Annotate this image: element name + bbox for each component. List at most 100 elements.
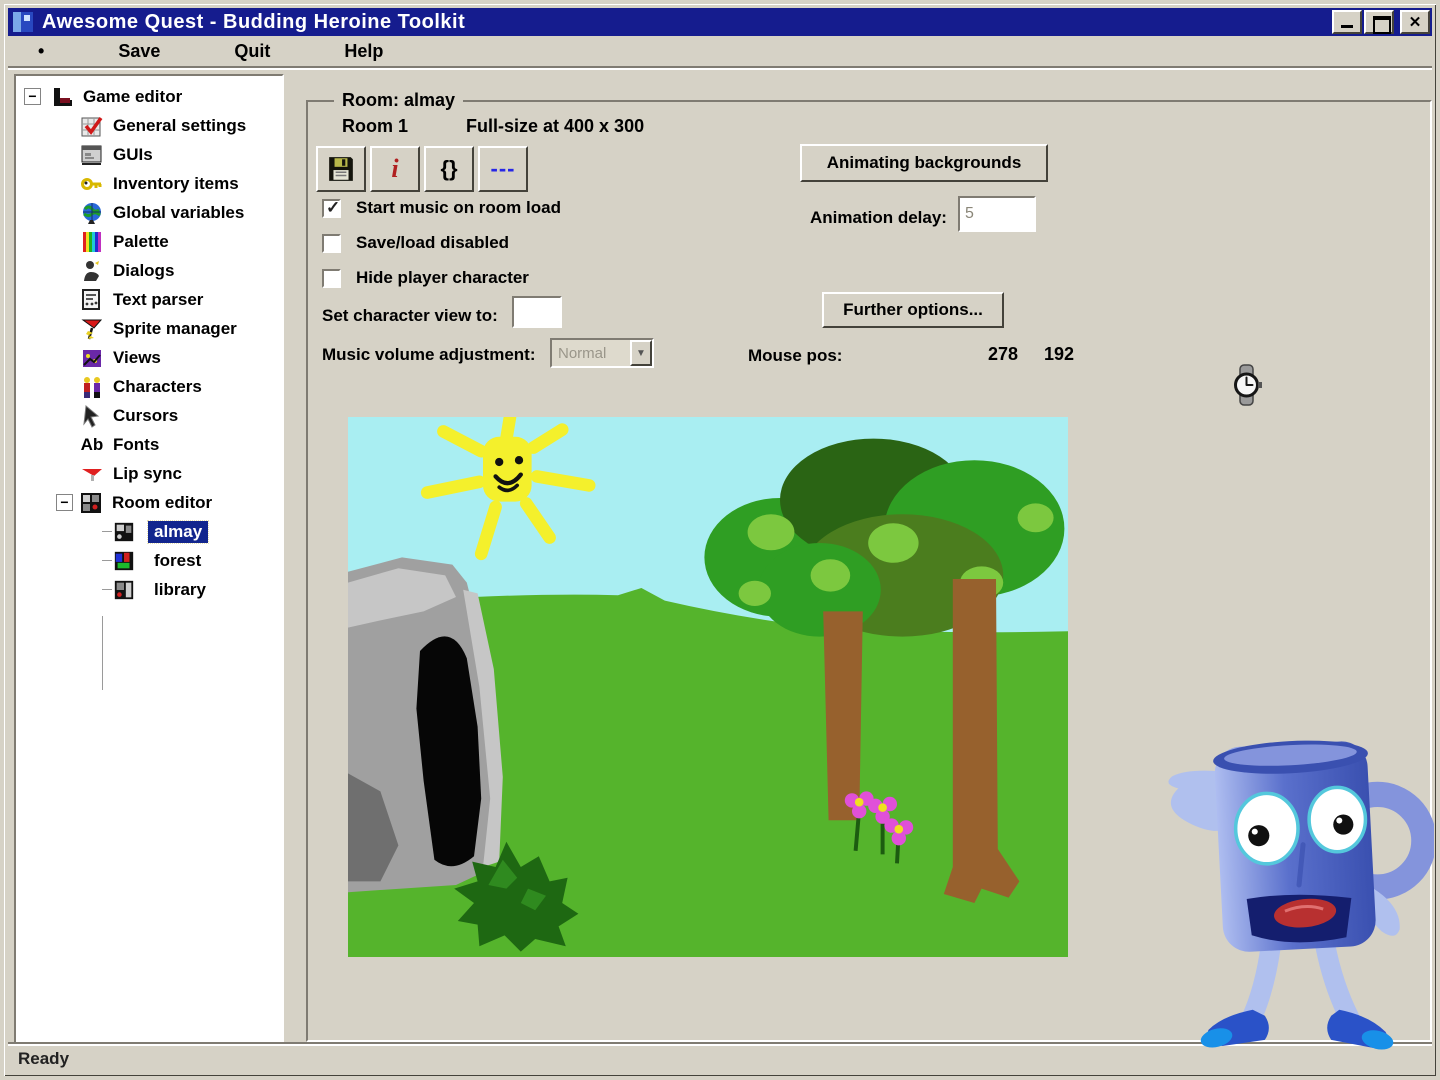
tree-node-room-editor[interactable]: − Room editor bbox=[16, 488, 282, 517]
tree-room-library[interactable]: library bbox=[16, 575, 282, 604]
title-bar[interactable]: Awesome Quest - Budding Heroine Toolkit … bbox=[8, 8, 1432, 36]
room-thumb-icon bbox=[112, 578, 136, 602]
checkbox-row-hideplayer: Hide player character bbox=[322, 268, 529, 288]
tree-item-label: Text parser bbox=[113, 290, 203, 310]
mug-mouth bbox=[1247, 895, 1352, 943]
tree-item-label: Dialogs bbox=[113, 261, 174, 281]
minimize-button[interactable] bbox=[1332, 10, 1362, 34]
tree-item-lip-sync[interactable]: Lip sync bbox=[16, 459, 282, 488]
tree-root-game[interactable]: − Game editor bbox=[16, 82, 282, 111]
checkbox-label: Start music on room load bbox=[356, 198, 561, 218]
tree-item-text-parser[interactable]: Text parser bbox=[16, 285, 282, 314]
text-page-icon bbox=[80, 288, 104, 312]
window-controls: ✕ bbox=[1332, 10, 1432, 34]
tree-item-label: Cursors bbox=[113, 406, 178, 426]
animating-backgrounds-button[interactable]: Animating backgrounds bbox=[800, 144, 1048, 182]
tree-item-cursors[interactable]: Cursors bbox=[16, 401, 282, 430]
expander-icon[interactable]: − bbox=[24, 88, 41, 105]
room-background-preview[interactable] bbox=[348, 417, 1068, 957]
tree-node-label: Room editor bbox=[112, 493, 212, 513]
mouse-pos-label: Mouse pos: bbox=[748, 346, 842, 366]
checkbox-row-music: Start music on room load bbox=[322, 198, 561, 218]
further-options-button[interactable]: Further options... bbox=[822, 292, 1004, 328]
tree-room-forest[interactable]: forest bbox=[16, 546, 282, 575]
animation-delay-input[interactable] bbox=[958, 196, 1036, 232]
mug-left-leg bbox=[1251, 945, 1271, 1019]
rooms-icon bbox=[79, 491, 103, 515]
character-view-label: Set character view to: bbox=[322, 306, 498, 326]
volume-adjustment-label: Music volume adjustment: bbox=[322, 345, 535, 365]
save-load-disabled-checkbox[interactable] bbox=[322, 234, 341, 253]
room-thumb-icon bbox=[112, 520, 136, 544]
chevron-down-icon[interactable]: ▼ bbox=[630, 340, 652, 366]
animation-delay-label: Animation delay: bbox=[810, 208, 947, 228]
blue-mug-character bbox=[1152, 732, 1434, 1054]
menu-item-quit[interactable]: Quit bbox=[234, 41, 270, 62]
characters-icon bbox=[80, 375, 104, 399]
tree-item-characters[interactable]: Characters bbox=[16, 372, 282, 401]
tree-item-label: General settings bbox=[113, 116, 246, 136]
tree-item-dialogs[interactable]: Dialogs bbox=[16, 256, 282, 285]
character-view-input[interactable] bbox=[512, 296, 562, 328]
tree-item-label: Characters bbox=[113, 377, 202, 397]
volume-dropdown-value: Normal bbox=[552, 345, 630, 362]
hide-player-checkbox[interactable] bbox=[322, 269, 341, 288]
tree-item-sprite-manager[interactable]: Sprite manager bbox=[16, 314, 282, 343]
tree-item-label: Sprite manager bbox=[113, 319, 237, 339]
tree-trunk-left bbox=[823, 611, 863, 820]
menu-bar: • Save Quit Help bbox=[8, 36, 1432, 68]
resource-tree: − Game editor General settings GUIs Inve… bbox=[14, 74, 284, 1050]
menu-item-save[interactable]: Save bbox=[118, 41, 160, 62]
room-size-label: Full-size at 400 x 300 bbox=[466, 116, 644, 137]
game-root-icon bbox=[50, 85, 74, 109]
script-braces-icon: {} bbox=[440, 156, 457, 182]
gui-window-icon bbox=[80, 143, 104, 167]
lip-sync-funnel-icon bbox=[80, 462, 104, 486]
app-icon bbox=[12, 11, 34, 33]
tree-item-guis[interactable]: GUIs bbox=[16, 140, 282, 169]
tree-item-inventory[interactable]: Inventory items bbox=[16, 169, 282, 198]
close-button[interactable]: ✕ bbox=[1400, 10, 1430, 34]
tree-room-almay[interactable]: almay bbox=[16, 517, 282, 546]
tree-item-fonts[interactable]: Ab Fonts bbox=[16, 430, 282, 459]
volume-dropdown[interactable]: Normal ▼ bbox=[550, 338, 654, 368]
tree-item-label: Inventory items bbox=[113, 174, 239, 194]
cave-rock bbox=[348, 557, 503, 892]
inventory-key-icon bbox=[80, 172, 104, 196]
palette-rainbow-icon bbox=[80, 230, 104, 254]
room-toolbar: i {} --- bbox=[316, 146, 528, 192]
sprite-flag-icon bbox=[80, 317, 104, 341]
start-music-checkbox[interactable] bbox=[322, 199, 341, 218]
status-text: Ready bbox=[18, 1049, 69, 1069]
edit-script-button[interactable]: {} bbox=[424, 146, 474, 192]
walk-behind-dashes-icon: --- bbox=[491, 156, 516, 182]
tree-room-label: library bbox=[148, 579, 212, 601]
tree-connector-line bbox=[102, 616, 103, 690]
mug-right-leg bbox=[1325, 945, 1349, 1017]
dialog-person-icon bbox=[80, 259, 104, 283]
mouse-pos-y: 192 bbox=[1044, 344, 1074, 365]
checkbox-row-saveload: Save/load disabled bbox=[322, 233, 509, 253]
save-room-button[interactable] bbox=[316, 146, 366, 192]
general-settings-icon bbox=[80, 114, 104, 138]
tree-item-views[interactable]: Views bbox=[16, 343, 282, 372]
tree-item-general-settings[interactable]: General settings bbox=[16, 111, 282, 140]
menu-item-help[interactable]: Help bbox=[344, 41, 383, 62]
walk-behind-button[interactable]: --- bbox=[478, 146, 528, 192]
room-thumb-icon bbox=[112, 549, 136, 573]
checkbox-label: Hide player character bbox=[356, 268, 529, 288]
menu-item-0[interactable]: • bbox=[38, 41, 44, 62]
window-title: Awesome Quest - Budding Heroine Toolkit bbox=[42, 11, 465, 34]
tree-item-label: Global variables bbox=[113, 203, 244, 223]
maximize-button[interactable] bbox=[1364, 10, 1394, 34]
expander-icon[interactable]: − bbox=[56, 494, 73, 511]
tree-room-label: forest bbox=[148, 550, 207, 572]
cursor-arrow-icon bbox=[80, 404, 104, 428]
globe-icon bbox=[80, 201, 104, 225]
tree-root-label: Game editor bbox=[83, 87, 182, 107]
wristwatch-cursor-icon bbox=[1226, 364, 1268, 406]
tree-item-palette[interactable]: Palette bbox=[16, 227, 282, 256]
checkbox-label: Save/load disabled bbox=[356, 233, 509, 253]
tree-item-global-variables[interactable]: Global variables bbox=[16, 198, 282, 227]
room-info-button[interactable]: i bbox=[370, 146, 420, 192]
